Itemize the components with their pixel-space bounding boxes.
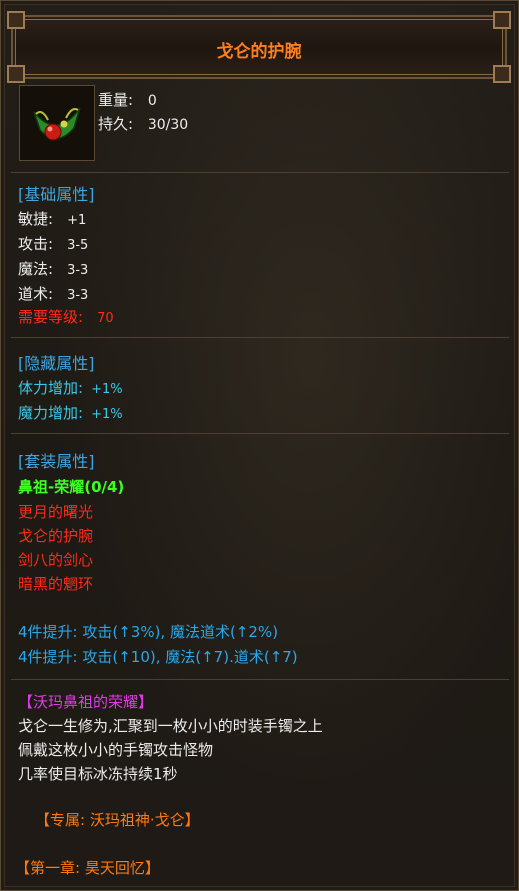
weight-value: 0	[147, 93, 157, 109]
hidden-attributes-header: [隐藏属性]	[18, 354, 95, 373]
corner-ornament	[7, 65, 25, 83]
set-name: 鼻祖-荣耀(0/4)	[18, 478, 125, 496]
divider	[11, 337, 509, 338]
hidden-stat-row: 魔力增加: +1%	[18, 402, 123, 423]
chapter-label: 【第一章: 昊天回忆】	[15, 859, 160, 877]
durability-stat: 持久: 30/30	[98, 113, 188, 134]
stat-label: 道术:	[18, 285, 54, 303]
exclusive-owner: 【专属: 沃玛祖神·戈仑】	[35, 811, 200, 829]
stat-value: +1	[67, 213, 87, 228]
stat-label: 敏捷:	[18, 210, 54, 228]
lore-line: 佩戴这枚小小的手镯攻击怪物	[18, 741, 214, 759]
set-bonus: 4件提升: 攻击(↑10), 魔法(↑7).道术(↑7)	[18, 648, 298, 666]
lore-line: 戈仑一生修为,汇聚到一枚小小的时装手镯之上	[18, 717, 323, 735]
basic-stat-row: 攻击: 3-5	[18, 233, 88, 254]
basic-attributes-header: [基础属性]	[18, 185, 95, 204]
title-bar: 戈仑的护腕	[7, 11, 511, 83]
corner-ornament	[7, 11, 25, 29]
divider	[11, 172, 509, 173]
bracer-icon	[19, 85, 95, 161]
basic-stat-row: 道术: 3-3	[18, 283, 88, 304]
basic-stat-row: 敏捷: +1	[18, 208, 86, 229]
divider	[11, 433, 509, 434]
stat-value: 3-3	[67, 288, 89, 303]
hidden-stat-row: 体力增加: +1%	[18, 377, 123, 398]
stat-label: 魔法:	[18, 260, 54, 278]
set-piece: 戈仑的护腕	[18, 527, 94, 545]
set-bonus: 4件提升: 攻击(↑3%), 魔法道术(↑2%)	[18, 623, 279, 641]
corner-ornament	[493, 11, 511, 29]
set-piece: 暗黑的魍环	[18, 575, 94, 593]
stat-label: 魔力增加:	[18, 404, 84, 422]
requirement-label: 需要等级:	[18, 308, 84, 326]
divider	[11, 679, 509, 680]
requirement-value: 70	[97, 311, 114, 326]
stat-value: +1%	[91, 382, 123, 397]
stat-value: 3-3	[67, 263, 89, 278]
stat-label: 攻击:	[18, 235, 54, 253]
set-piece: 更月的曙光	[18, 503, 94, 521]
lore-title: 【沃玛鼻祖的荣耀】	[18, 693, 154, 711]
item-name: 戈仑的护腕	[216, 42, 302, 62]
basic-stat-row: 魔法: 3-3	[18, 258, 88, 279]
corner-ornament	[493, 65, 511, 83]
item-tooltip: 戈仑的护腕 重量: 0 持久: 30/30 [基础属性] 敏捷: +1 攻击: 3-…	[0, 0, 519, 891]
lore-line: 几率使目标冰冻持续1秒	[18, 765, 178, 783]
durability-value: 30/30	[147, 117, 189, 133]
weight-stat: 重量: 0	[98, 89, 157, 110]
level-requirement: 需要等级: 70	[18, 306, 114, 327]
set-piece: 剑八的剑心	[18, 551, 94, 569]
weight-label: 重量:	[98, 91, 134, 109]
stat-value: +1%	[91, 407, 123, 422]
stat-label: 体力增加:	[18, 379, 84, 397]
stat-value: 3-5	[67, 238, 89, 253]
durability-label: 持久:	[98, 115, 134, 133]
set-attributes-header: [套装属性]	[18, 452, 95, 471]
